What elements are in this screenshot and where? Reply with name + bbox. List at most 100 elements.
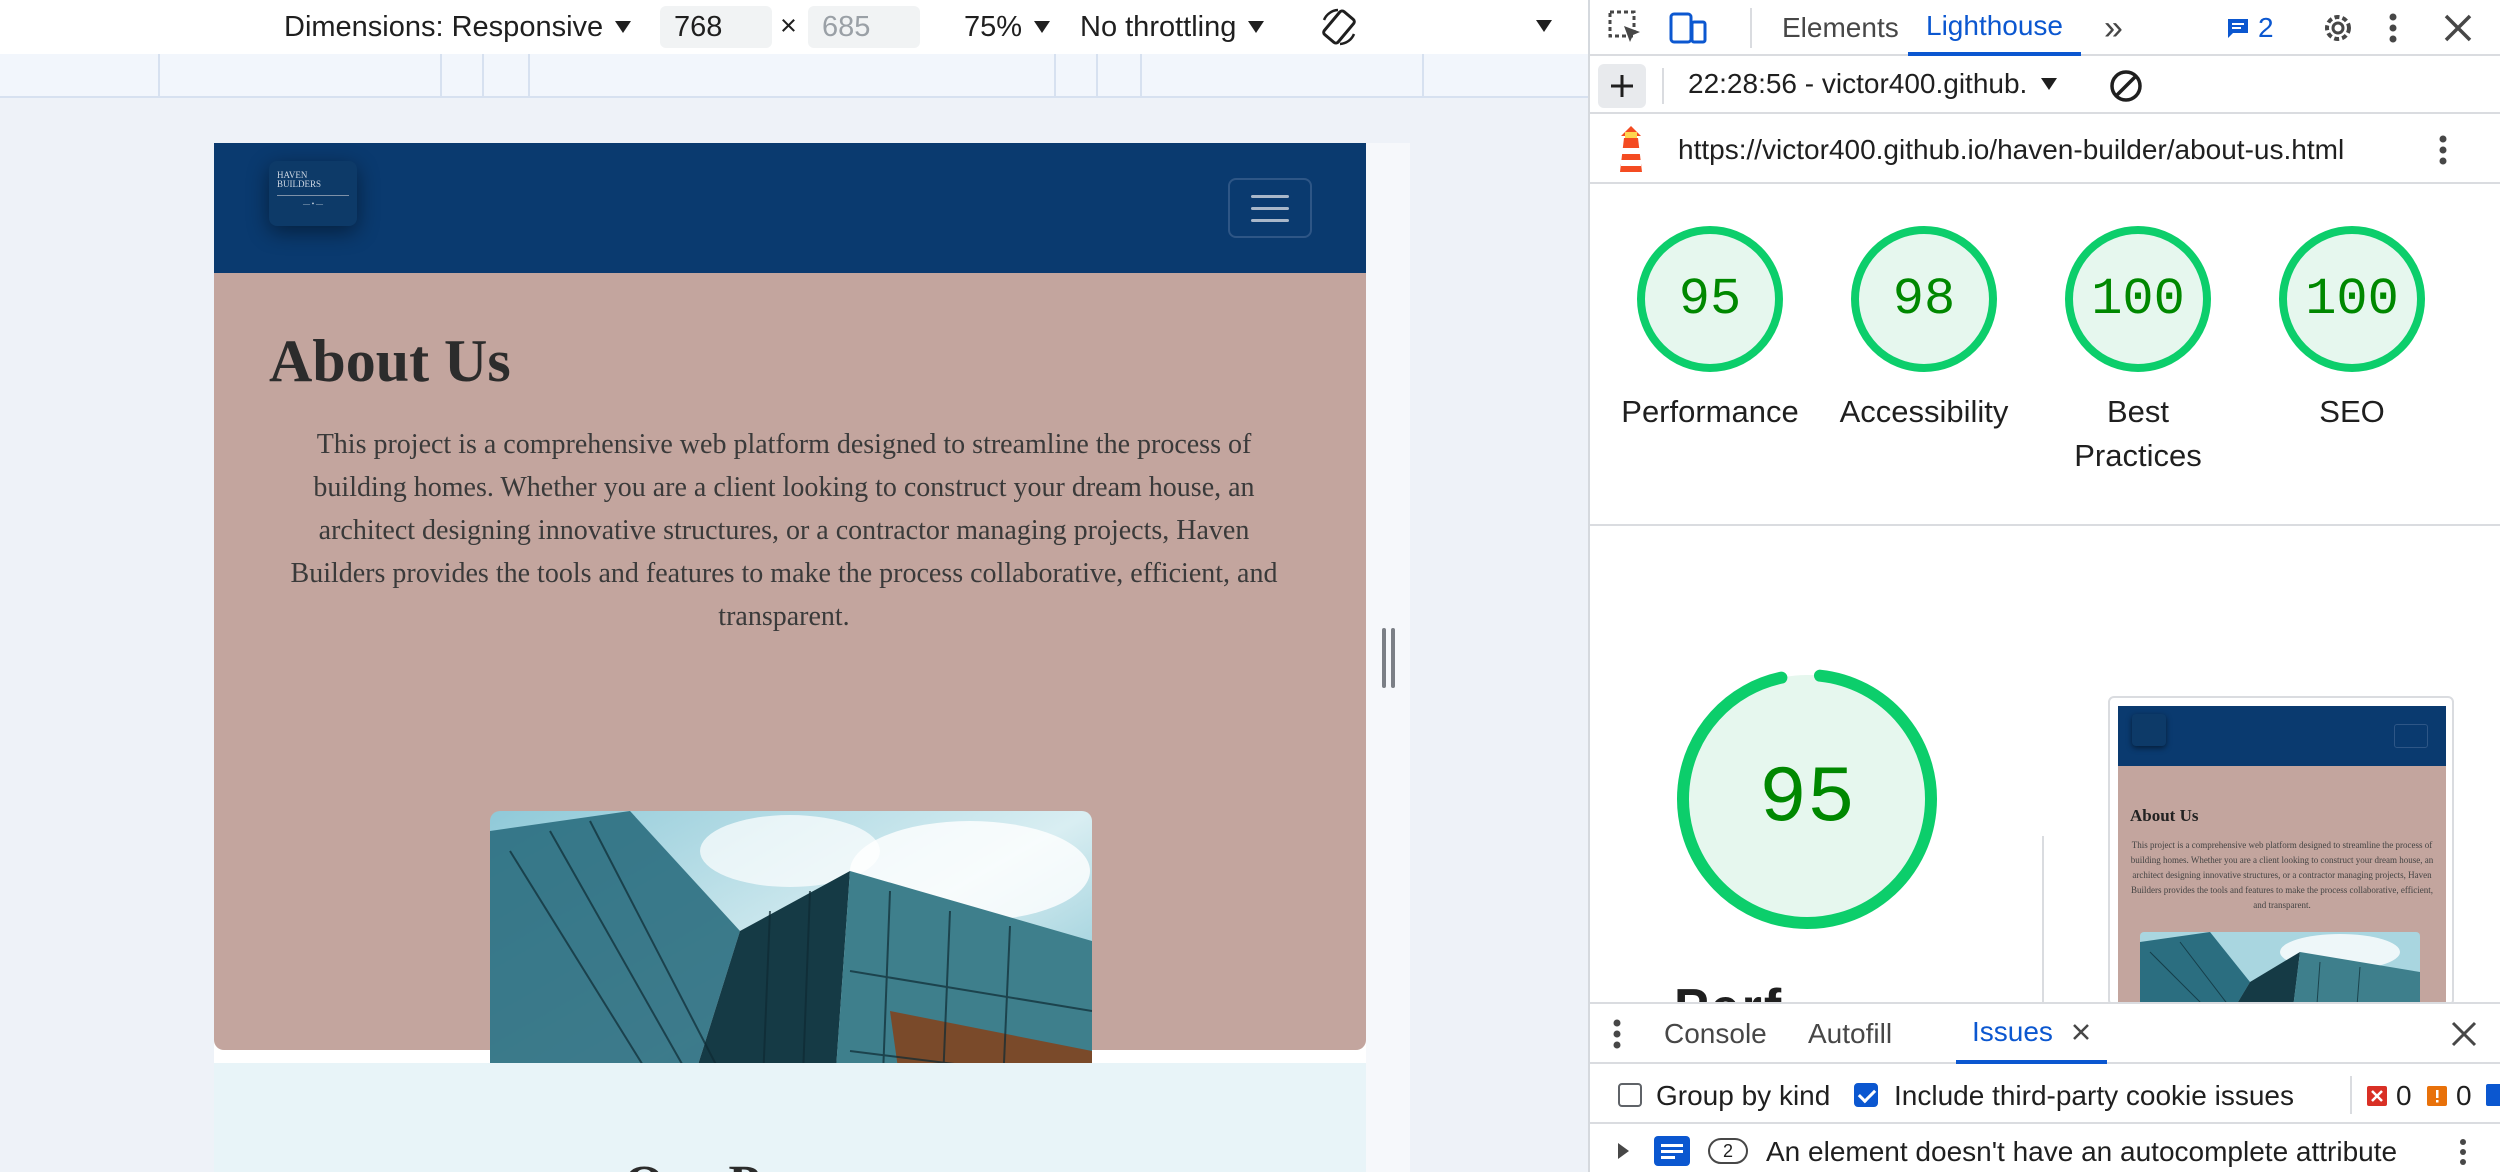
inspect-element-icon[interactable] (1606, 8, 1644, 46)
issue-count-badge: 2 (1708, 1138, 1748, 1164)
site-navbar: HAVEN BUILDERS — • — (214, 143, 1366, 273)
tab-issues-label: Issues (1972, 1016, 2053, 1047)
tab-console[interactable]: Console (1652, 1004, 1779, 1064)
width-input[interactable]: 768 (660, 6, 772, 48)
site-logo[interactable]: HAVEN BUILDERS — • — (269, 161, 357, 226)
throttling-dropdown[interactable]: No throttling (1080, 8, 1265, 46)
tab-issues[interactable]: Issues (1956, 1004, 2107, 1064)
thumb-title: About Us (2130, 806, 2199, 825)
clear-reports-icon[interactable] (2108, 68, 2144, 104)
score-label: SEO (2319, 394, 2385, 429)
warning-icon (2427, 1086, 2447, 1106)
score-value: 98 (1851, 226, 1997, 372)
close-devtools-icon[interactable] (2440, 10, 2476, 46)
new-report-plus-icon[interactable] (1598, 64, 1646, 108)
settings-gear-icon[interactable] (2318, 8, 2358, 48)
logo-rule: — • — (277, 195, 349, 209)
drawer-kebab-icon[interactable] (1610, 1014, 1624, 1054)
performance-heading: Perf (1674, 978, 1783, 1002)
drawer-tabbar: Console Autofill Issues (1590, 1004, 2500, 1064)
dimensions-dropdown[interactable]: Dimensions: Responsive (284, 8, 632, 46)
score-label: Accessibility (1839, 394, 2009, 429)
more-tabs-icon[interactable]: » (2104, 0, 2123, 56)
lighthouse-toolbar: 22:28:56 - victor400.github. (1590, 58, 2500, 114)
issue-text: An element doesn't have an autocomplete … (1766, 1136, 2398, 1167)
issues-toolbar: Group by kind Include third-party cookie… (1590, 1066, 2500, 1124)
height-input[interactable]: 685 (808, 6, 920, 48)
final-screenshot-thumbnail[interactable]: About Us This project is a comprehensive… (2108, 696, 2454, 1002)
warning-count-value: 0 (2456, 1080, 2472, 1111)
close-drawer-icon[interactable] (2448, 1018, 2480, 1050)
close-tab-icon[interactable] (2071, 1022, 2091, 1042)
tab-lighthouse[interactable]: Lighthouse (1908, 0, 2082, 56)
thumb-building-image (2140, 932, 2420, 1002)
info-icon (2486, 1084, 2500, 1106)
error-count[interactable]: 0 (2366, 1080, 2412, 1112)
more-options-chevron-icon[interactable] (1536, 20, 1552, 32)
report-kebab-menu-icon[interactable] (2436, 130, 2450, 170)
website-preview: HAVEN BUILDERS — • — About Us This proje… (214, 143, 1366, 1172)
report-selector-label: 22:28:56 - victor400.github. (1688, 68, 2028, 99)
score-gauge-best-practices[interactable]: 100 Best Practices (2038, 226, 2238, 478)
hamburger-icon-bar (1251, 206, 1289, 210)
next-section: Our P (214, 1063, 1366, 1172)
message-icon (2228, 19, 2248, 38)
chevron-down-icon (2041, 78, 2058, 90)
include-third-party-checkbox[interactable] (1854, 1083, 1878, 1107)
issue-row[interactable]: 2 An element doesn't have an autocomplet… (1590, 1126, 2500, 1172)
thumb-logo (2132, 714, 2166, 746)
devtools-tabbar: Elements Lighthouse » 2 (1590, 0, 2500, 56)
score-gauge-performance[interactable]: 95 Performance (1610, 226, 1810, 434)
about-section: About Us This project is a comprehensive… (214, 273, 1366, 1154)
hamburger-icon-bar (1251, 194, 1289, 198)
group-by-kind-checkbox[interactable] (1618, 1083, 1642, 1107)
kebab-menu-icon[interactable] (2386, 8, 2400, 48)
report-url[interactable]: https://victor400.github.io/haven-builde… (1678, 134, 2344, 166)
score-value: 95 (1637, 226, 1783, 372)
logo-text-line2: BUILDERS (277, 179, 322, 189)
chevron-down-icon (615, 21, 632, 33)
thumb-text: This project is a comprehensive web plat… (2130, 840, 2434, 910)
chevron-down-icon (1034, 21, 1051, 33)
score-label: Best Practices (2074, 394, 2202, 473)
score-gauge-seo[interactable]: 100 SEO (2252, 226, 2452, 434)
chevron-down-icon (1248, 21, 1265, 33)
thumb-toggler (2394, 724, 2428, 748)
group-by-kind-label: Group by kind (1656, 1080, 1831, 1111)
report-selector-dropdown[interactable]: 22:28:56 - victor400.github. (1688, 68, 2058, 100)
next-section-heading: Our P (624, 1155, 760, 1172)
zoom-label: 75% (964, 10, 1023, 43)
devtools-drawer: Console Autofill Issues Group by kind In… (1590, 1002, 2500, 1172)
device-toolbar-icon[interactable] (1668, 8, 1708, 48)
rotate-icon[interactable] (1318, 6, 1360, 48)
media-query-ruler (0, 54, 1588, 98)
performance-detail: 95 Perf About Us This project is a compr… (1590, 528, 2500, 1002)
error-icon (2367, 1086, 2387, 1106)
zoom-dropdown[interactable]: 75% (964, 8, 1051, 46)
devtools-panel: Elements Lighthouse » 2 22:28:56 - victo… (1588, 0, 2500, 1172)
about-title: About Us (269, 328, 511, 394)
performance-score: 95 (1758, 753, 1855, 845)
expand-arrow-icon[interactable] (1616, 1142, 1630, 1160)
error-count-value: 0 (2396, 1080, 2412, 1111)
score-label: Performance (1621, 394, 1799, 429)
lighthouse-logo-icon (1614, 124, 1648, 174)
throttling-label: No throttling (1080, 10, 1237, 43)
issue-message-icon (1654, 1136, 1690, 1166)
thumb-about-section: About Us This project is a comprehensive… (2118, 766, 2446, 1002)
screen: Dimensions: Responsive 768 × 685 75% No … (0, 0, 2500, 1172)
about-description: This project is a comprehensive web plat… (290, 429, 1278, 632)
navbar-toggler-button[interactable] (1228, 178, 1312, 238)
issue-kebab-icon[interactable] (2456, 1134, 2470, 1170)
warning-count[interactable]: 0 (2426, 1080, 2472, 1112)
dimension-separator: × (780, 10, 797, 42)
messages-count: 2 (2258, 12, 2274, 43)
hamburger-icon-bar (1251, 218, 1289, 222)
score-summary: 95 Performance 98 Accessibility 100 Best… (1590, 186, 2500, 526)
messages-badge[interactable]: 2 (2226, 0, 2274, 56)
dimensions-label: Dimensions: Responsive (284, 10, 604, 43)
tab-elements[interactable]: Elements (1768, 0, 1913, 56)
viewport-resize-handle[interactable] (1380, 628, 1396, 688)
tab-autofill[interactable]: Autofill (1796, 1004, 1904, 1064)
score-gauge-accessibility[interactable]: 98 Accessibility (1824, 226, 2024, 434)
